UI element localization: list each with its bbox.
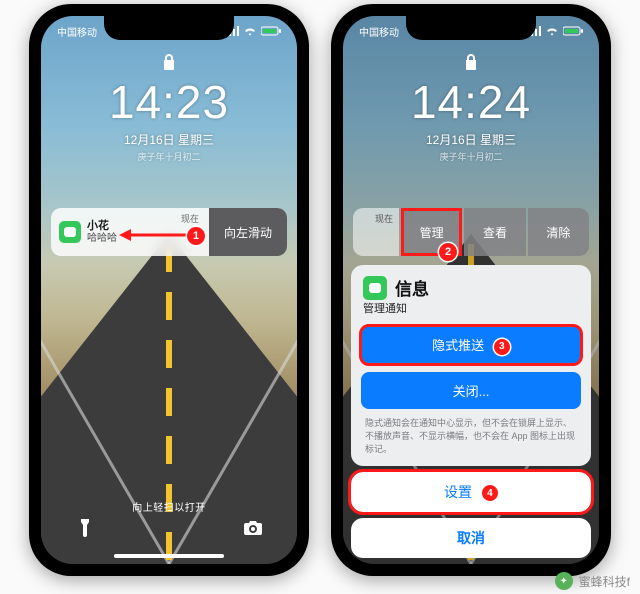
home-indicator[interactable] [114, 554, 224, 558]
flashlight-button[interactable] [67, 510, 103, 546]
battery-icon [563, 26, 583, 36]
view-label: 查看 [483, 224, 507, 241]
action-sheet: 信息 管理通知 隐式推送 3 关闭... 隐式通知会在通知中心显示，但不会在锁屏… [351, 265, 591, 558]
messages-icon [59, 221, 81, 243]
deliver-quietly-button[interactable]: 隐式推送 3 [361, 326, 581, 364]
clock: 14:23 [41, 75, 297, 129]
annotation-badge-4: 4 [482, 485, 498, 501]
wechat-icon: ✦ [555, 572, 573, 590]
deliver-quietly-label: 隐式推送 [432, 338, 484, 353]
lock-info: 14:24 12月16日 星期三 庚子年十月初二 [343, 54, 599, 163]
watermark: ✦ 蜜蜂科技f [555, 572, 630, 590]
notification-time: 现在 [375, 212, 393, 225]
sheet-title: 信息 [395, 275, 429, 300]
notch [104, 16, 234, 40]
notification-title: 小花 [87, 220, 117, 233]
carrier-label: 中国移动 [57, 24, 97, 39]
sheet-subtitle: 管理通知 [351, 300, 591, 326]
clear-label: 清除 [546, 224, 570, 241]
turn-off-label: 关闭... [453, 384, 490, 399]
sheet-header: 信息 [351, 265, 591, 300]
turn-off-button[interactable]: 关闭... [361, 372, 581, 409]
swipe-label: 向左滑动 [224, 224, 272, 241]
notification-body: 哈哈哈 [87, 233, 117, 245]
annotation-badge-3: 3 [494, 339, 510, 355]
date-sub: 庚子年十月初二 [41, 150, 297, 163]
notification-time: 现在 [181, 212, 199, 225]
screen-right: 中国移动 14:24 12月16日 星期三 庚子年十月初二 现在 [343, 16, 599, 564]
settings-button[interactable]: 设置 4 [351, 472, 591, 512]
lock-icon [343, 54, 599, 73]
sheet-note: 隐式通知会在通知中心显示，但不会在锁屏上显示、不播放声音、不显示横幅，也不会在 … [351, 417, 591, 466]
lock-info: 14:23 12月16日 星期三 庚子年十月初二 [41, 54, 297, 163]
camera-button[interactable] [235, 510, 271, 546]
carrier-label: 中国移动 [359, 24, 399, 39]
dock [41, 510, 297, 546]
notification-stub[interactable]: 现在 [353, 208, 399, 256]
notch [406, 16, 536, 40]
clear-button[interactable]: 清除 [528, 208, 589, 256]
swipe-action[interactable]: 向左滑动 [209, 208, 287, 256]
wifi-icon [545, 26, 559, 36]
battery-icon [261, 26, 281, 36]
swipe-hint: 向上轻扫以打开 [41, 499, 297, 514]
messages-icon [363, 276, 387, 300]
date: 12月16日 星期三 [343, 131, 599, 148]
date-sub: 庚子年十月初二 [343, 150, 599, 163]
wifi-icon [243, 26, 257, 36]
notification-actions: 现在 管理 查看 清除 [353, 208, 589, 256]
annotation-badge-1: 1 [187, 227, 205, 245]
cancel-button[interactable]: 取消 [351, 518, 591, 558]
phone-right: 中国移动 14:24 12月16日 星期三 庚子年十月初二 现在 [331, 4, 611, 576]
annotation-arrow [119, 228, 191, 242]
cancel-label: 取消 [457, 530, 485, 546]
phone-left: 中国移动 14:23 12月16日 星期三 庚子年十月初二 [29, 4, 309, 576]
date: 12月16日 星期三 [41, 131, 297, 148]
annotation-badge-2: 2 [439, 243, 457, 261]
sheet-panel: 信息 管理通知 隐式推送 3 关闭... 隐式通知会在通知中心显示，但不会在锁屏… [351, 265, 591, 466]
watermark-text: 蜜蜂科技f [579, 573, 630, 590]
phones-row: 中国移动 14:23 12月16日 星期三 庚子年十月初二 [0, 0, 640, 576]
clock: 14:24 [343, 75, 599, 129]
lock-icon [41, 54, 297, 73]
flashlight-icon [79, 519, 91, 537]
manage-label: 管理 [420, 224, 444, 241]
camera-icon [244, 521, 262, 535]
screen-left: 中国移动 14:23 12月16日 星期三 庚子年十月初二 [41, 16, 297, 564]
settings-label: 设置 [444, 484, 472, 500]
view-button[interactable]: 查看 [464, 208, 525, 256]
